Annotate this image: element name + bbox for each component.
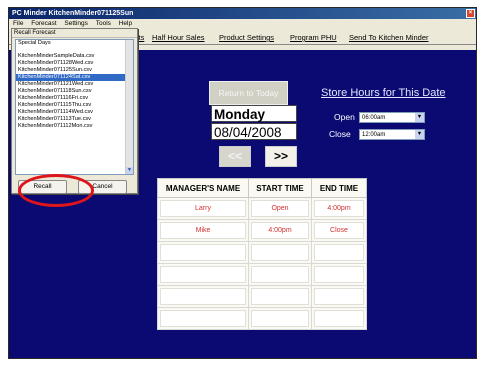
header-end-time: END TIME	[311, 178, 367, 198]
manager-name-field[interactable]: Mike	[160, 222, 246, 239]
open-time-select[interactable]: 06:00am ▼	[359, 112, 425, 123]
return-to-today-button[interactable]: Return to Today	[209, 81, 288, 105]
table-cell	[157, 285, 249, 308]
list-item[interactable]: KitchenMinder071121Wed.csv	[16, 81, 133, 88]
table-cell: 4:00pm	[248, 219, 312, 242]
tab-send-to-kitchen-minder[interactable]: Send To Kitchen Minder	[349, 32, 429, 44]
header-managers-name: MANAGER'S NAME	[157, 178, 249, 198]
menu-help[interactable]: Help	[119, 20, 132, 27]
start-time-field[interactable]	[251, 310, 309, 327]
list-item[interactable]: KitchenMinder071128Wed.csv	[16, 60, 133, 67]
start-time-field[interactable]	[251, 266, 309, 283]
list-item[interactable]: KitchenMinder071112Mon.csv	[16, 123, 133, 130]
close-time-select[interactable]: 12:00am ▼	[359, 129, 425, 140]
close-button[interactable]: ×	[466, 9, 475, 18]
open-label: Open	[334, 112, 355, 122]
start-time-field[interactable]	[251, 244, 309, 261]
start-time-field[interactable]: Open	[251, 200, 309, 217]
list-item-special-days[interactable]: Special Days	[16, 40, 133, 49]
recall-dialog-title: Recall Forecast	[12, 29, 137, 38]
table-cell	[311, 263, 367, 286]
day-display: Monday	[211, 105, 297, 122]
list-item[interactable]: KitchenMinder071113Tue.csv	[16, 116, 133, 123]
table-cell: Close	[311, 219, 367, 242]
end-time-field[interactable]: 4:00pm	[314, 200, 364, 217]
table-row: Larry Open 4:00pm	[157, 197, 367, 220]
list-item[interactable]: KitchenMinder071125Sun.csv	[16, 67, 133, 74]
list-item[interactable]: KitchenMinderSampleData.csv	[16, 53, 133, 60]
end-time-field[interactable]	[314, 244, 364, 261]
table-cell	[248, 241, 312, 264]
table-cell	[311, 285, 367, 308]
table-row	[157, 285, 367, 308]
manager-name-field[interactable]	[160, 310, 246, 327]
table-cell	[157, 263, 249, 286]
recall-highlight-circle	[18, 174, 94, 207]
list-item-selected[interactable]: KitchenMinder071124Sat.csv	[16, 74, 133, 81]
table-row: Mike 4:00pm Close	[157, 219, 367, 242]
table-cell	[311, 307, 367, 330]
table-cell: Larry	[157, 197, 249, 220]
table-cell: 4:00pm	[311, 197, 367, 220]
table-cell	[157, 241, 249, 264]
manager-schedule-table: MANAGER'S NAME START TIME END TIME Larry…	[157, 178, 367, 330]
tab-half-hour-sales[interactable]: Half Hour Sales	[152, 32, 205, 44]
chevron-down-icon[interactable]: ▼	[126, 167, 133, 174]
store-hours-title: Store Hours for This Date	[321, 87, 446, 99]
end-time-field[interactable]	[314, 266, 364, 283]
table-cell	[248, 307, 312, 330]
list-item[interactable]: KitchenMinder071116Fri.csv	[16, 95, 133, 102]
title-bar: PC Minder KitchenMinder071125Sun ×	[9, 8, 476, 19]
manager-name-field[interactable]	[160, 266, 246, 283]
table-cell: Open	[248, 197, 312, 220]
manager-name-field[interactable]	[160, 288, 246, 305]
start-time-field[interactable]	[251, 288, 309, 305]
table-row	[157, 307, 367, 330]
tab-product-settings[interactable]: Product Settings	[219, 32, 274, 44]
table-row	[157, 263, 367, 286]
end-time-field[interactable]	[314, 288, 364, 305]
date-display: 08/04/2008	[211, 123, 297, 140]
recall-forecast-dialog: Recall Forecast Special Days KitchenMind…	[11, 28, 138, 207]
menu-settings[interactable]: Settings	[64, 20, 88, 27]
close-time-value: 12:00am	[362, 132, 386, 138]
list-scrollbar[interactable]: ▼	[125, 40, 133, 174]
menu-forecast[interactable]: Forecast	[31, 20, 56, 27]
table-cell	[311, 241, 367, 264]
end-time-field[interactable]	[314, 310, 364, 327]
app-window: PC Minder KitchenMinder071125Sun × File …	[8, 7, 477, 359]
chevron-down-icon[interactable]: ▼	[415, 130, 424, 139]
menu-file[interactable]: File	[13, 20, 23, 27]
next-day-button[interactable]: >>	[265, 146, 297, 167]
previous-day-button[interactable]: <<	[219, 146, 251, 167]
manager-name-field[interactable]	[160, 244, 246, 261]
table-row	[157, 241, 367, 264]
header-start-time: START TIME	[248, 178, 312, 198]
close-label: Close	[329, 129, 351, 139]
list-item[interactable]: KitchenMinder071118Sun.csv	[16, 88, 133, 95]
chevron-down-icon[interactable]: ▼	[415, 113, 424, 122]
table-cell: Mike	[157, 219, 249, 242]
table-cell	[248, 263, 312, 286]
table-cell	[157, 307, 249, 330]
menu-tools[interactable]: Tools	[96, 20, 111, 27]
forecast-file-list[interactable]: Special Days KitchenMinderSampleData.csv…	[15, 39, 134, 175]
open-time-value: 06:00am	[362, 115, 386, 121]
table-cell	[248, 285, 312, 308]
list-item[interactable]: KitchenMinder071114Wed.csv	[16, 109, 133, 116]
end-time-field[interactable]: Close	[314, 222, 364, 239]
list-item[interactable]: KitchenMinder071115Thu.csv	[16, 102, 133, 109]
window-title: PC Minder KitchenMinder071125Sun	[12, 10, 134, 17]
start-time-field[interactable]: 4:00pm	[251, 222, 309, 239]
tab-program-phu[interactable]: Program PHU	[290, 32, 337, 44]
manager-name-field[interactable]: Larry	[160, 200, 246, 217]
